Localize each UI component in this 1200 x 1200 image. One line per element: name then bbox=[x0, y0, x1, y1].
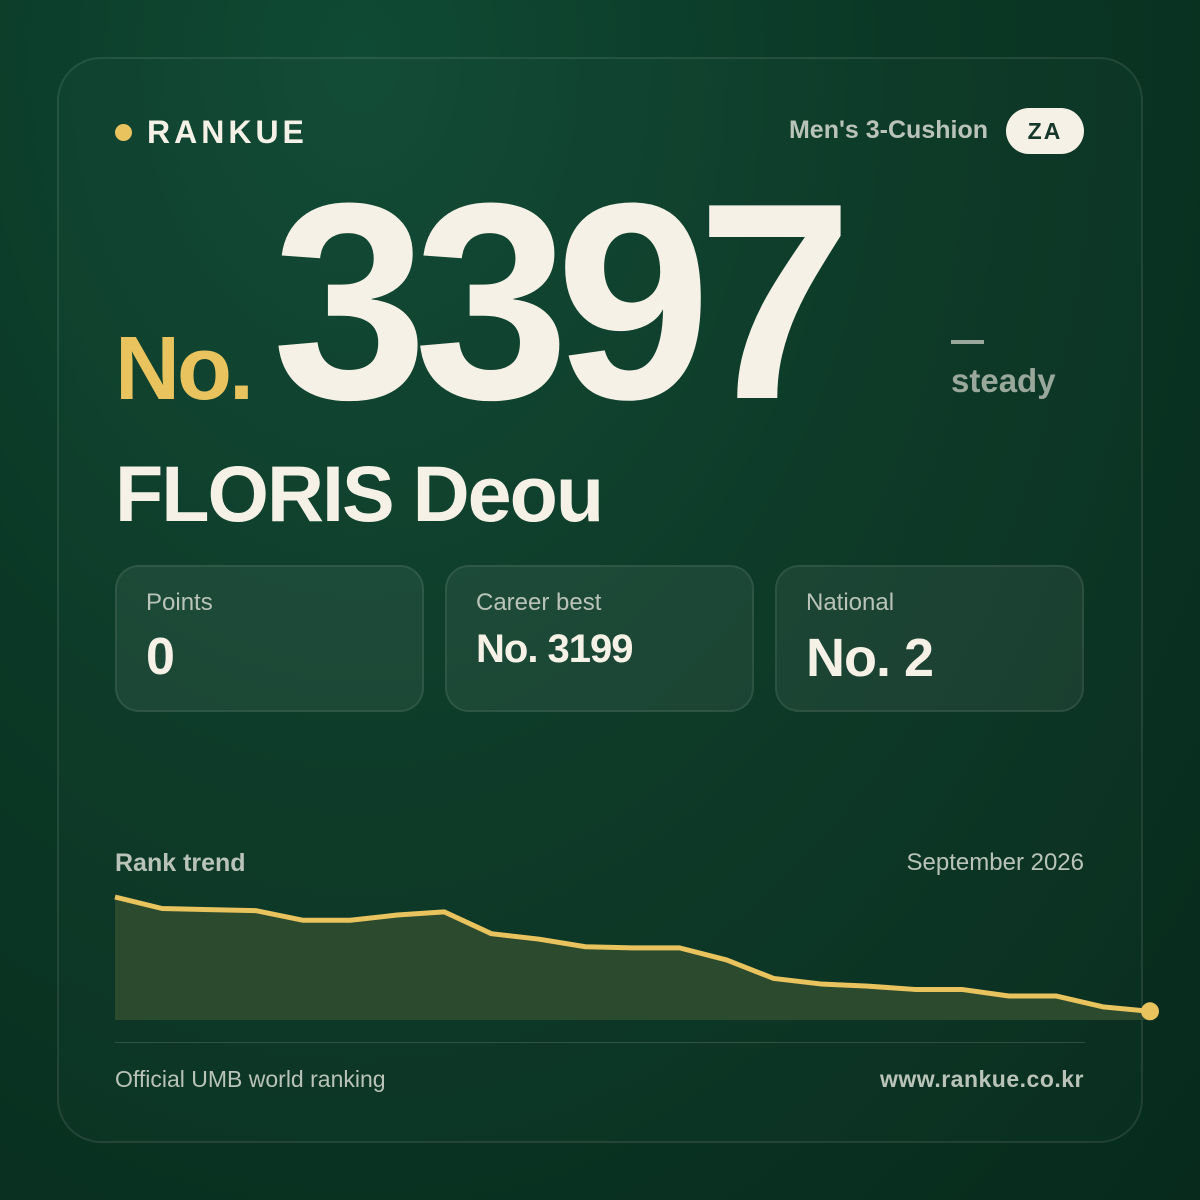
footer-divider bbox=[115, 1042, 1085, 1043]
trend-current-point bbox=[1141, 1002, 1159, 1021]
footer-website-link[interactable]: www.rankue.co.kr bbox=[880, 1066, 1084, 1093]
footer-source: Official UMB world ranking bbox=[115, 1066, 386, 1092]
rank-trend-chart bbox=[114, 894, 1159, 1021]
